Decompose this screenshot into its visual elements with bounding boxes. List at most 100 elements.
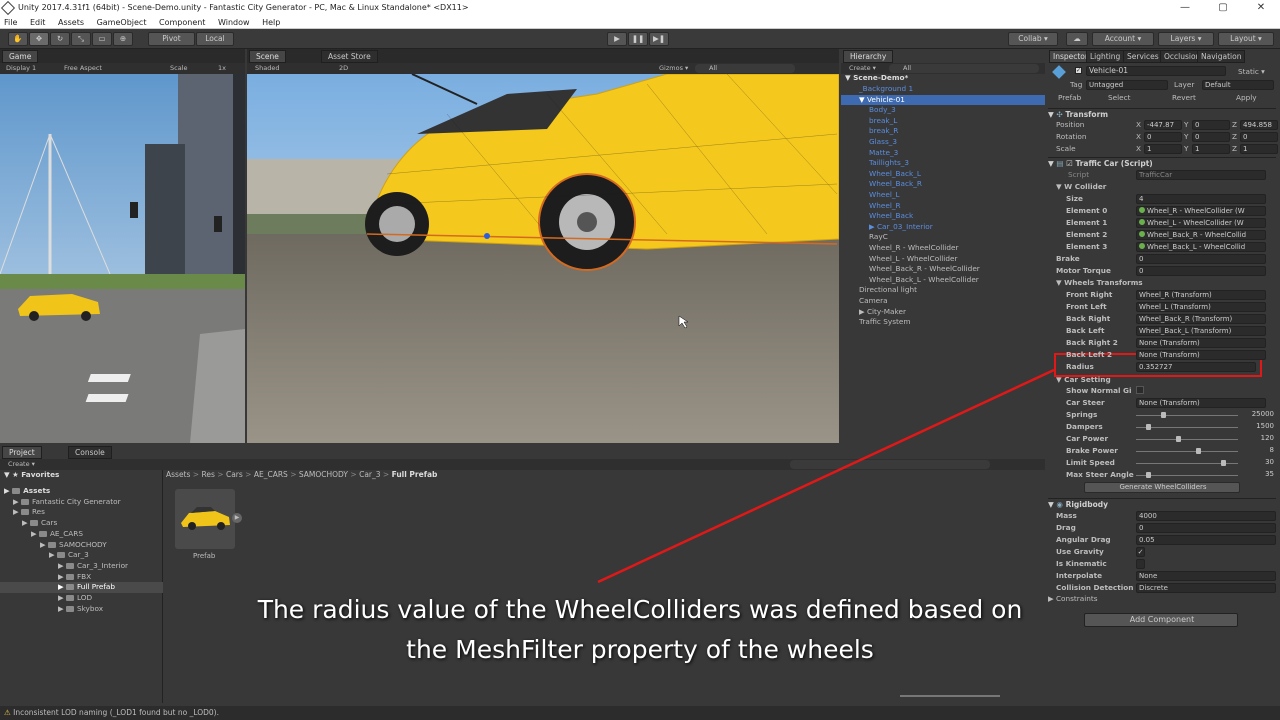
- expand-arrow-icon[interactable]: ▶: [58, 582, 66, 591]
- slider-2-handle[interactable]: [1176, 436, 1181, 442]
- slider-5-handle[interactable]: [1146, 472, 1151, 478]
- project-tree-item[interactable]: ▶ LOD: [0, 593, 163, 604]
- slider-1-track[interactable]: [1136, 427, 1238, 428]
- tag-dropdown[interactable]: Untagged: [1086, 80, 1168, 90]
- rigidbody-header[interactable]: ▼ ◉ Rigidbody: [1048, 498, 1276, 510]
- wheel-1-field[interactable]: Wheel_L (Transform): [1136, 302, 1266, 312]
- display-dropdown[interactable]: Display 1: [6, 63, 36, 74]
- hierarchy-item[interactable]: Wheel_Back_L - WheelCollider: [841, 275, 1045, 286]
- static-toggle[interactable]: Static ▾: [1238, 66, 1265, 77]
- move-tool-icon[interactable]: ✥: [29, 32, 49, 46]
- prefab-asset-thumb[interactable]: [175, 489, 235, 549]
- tab-services[interactable]: Services: [1123, 50, 1163, 63]
- project-tree-item[interactable]: ▶ SAMOCHODY: [0, 540, 163, 551]
- tab-hierarchy[interactable]: Hierarchy: [843, 50, 894, 63]
- hierarchy-item[interactable]: Body_3: [841, 105, 1045, 116]
- w-collider-foldout[interactable]: ▼ W Collider: [1056, 181, 1106, 192]
- hierarchy-item[interactable]: ▼ Vehicle-01: [841, 94, 1045, 106]
- expand-arrow-icon[interactable]: ▶: [13, 507, 21, 516]
- project-tree-item[interactable]: ▶ AE_CARS: [0, 529, 163, 540]
- wheel-3-field[interactable]: Wheel_Back_L (Transform): [1136, 326, 1266, 336]
- project-tree-item[interactable]: ▶ Full Prefab: [0, 582, 163, 593]
- expand-arrow-icon[interactable]: ▶: [13, 497, 21, 506]
- generate-wheelcolliders-button[interactable]: Generate WheelColliders: [1084, 482, 1240, 493]
- maximize-button[interactable]: ▢: [1204, 0, 1242, 16]
- hierarchy-item[interactable]: Wheel_Back_R: [841, 179, 1045, 190]
- transform-position-x-field[interactable]: -447.87: [1144, 120, 1182, 130]
- hierarchy-item[interactable]: Wheel_L - WheelCollider: [841, 254, 1045, 265]
- prefab-revert-button[interactable]: Revert: [1172, 92, 1196, 103]
- hierarchy-item[interactable]: Wheel_R: [841, 201, 1045, 212]
- favorites-foldout[interactable]: ▼ ★ Favorites: [4, 470, 59, 481]
- slider-2-value[interactable]: 120: [1242, 434, 1274, 444]
- local-toggle[interactable]: Local: [196, 32, 234, 46]
- hierarchy-item[interactable]: Wheel_R - WheelCollider: [841, 243, 1045, 254]
- breadcrumb-item[interactable]: Res: [201, 470, 214, 479]
- rigidbody-1-field[interactable]: 0: [1136, 523, 1276, 533]
- element-2-field[interactable]: Wheel_Back_R - WheelCollid: [1136, 230, 1266, 240]
- prefab-select-button[interactable]: Select: [1108, 92, 1131, 103]
- hierarchy-item[interactable]: Wheel_Back_R - WheelCollider: [841, 264, 1045, 275]
- scene-viewport[interactable]: [247, 74, 839, 443]
- prefab-apply-button[interactable]: Apply: [1236, 92, 1257, 103]
- menu-file[interactable]: File: [4, 18, 17, 27]
- project-tree-item[interactable]: ▶ FBX: [0, 572, 163, 583]
- object-name-field[interactable]: Vehicle-01: [1086, 66, 1226, 76]
- slider-5-value[interactable]: 35: [1242, 470, 1274, 480]
- expand-arrow-icon[interactable]: ▶: [58, 572, 66, 581]
- rigidbody-6-field[interactable]: Discrete: [1136, 583, 1276, 593]
- breadcrumb-item[interactable]: Full Prefab: [392, 470, 438, 479]
- slider-3-track[interactable]: [1136, 451, 1238, 452]
- expand-arrow-icon[interactable]: ▶: [58, 604, 66, 613]
- hierarchy-item[interactable]: Directional light: [841, 285, 1045, 296]
- rigidbody-5-field[interactable]: None: [1136, 571, 1276, 581]
- slider-0-track[interactable]: [1136, 415, 1238, 416]
- size-field[interactable]: 4: [1136, 194, 1266, 204]
- play-button[interactable]: ▶: [607, 32, 627, 46]
- hierarchy-item[interactable]: Wheel_Back_L: [841, 169, 1045, 180]
- project-tree-item[interactable]: ▶ Skybox: [0, 604, 163, 615]
- breadcrumb-item[interactable]: SAMOCHODY: [299, 470, 348, 479]
- hierarchy-item[interactable]: Traffic System: [841, 317, 1045, 328]
- slider-3-handle[interactable]: [1196, 448, 1201, 454]
- wheel-0-field[interactable]: Wheel_R (Transform): [1136, 290, 1266, 300]
- 2d-toggle[interactable]: 2D: [339, 63, 348, 74]
- element-0-field[interactable]: Wheel_R - WheelCollider (W: [1136, 206, 1266, 216]
- transform-tool-icon[interactable]: ⊕: [113, 32, 133, 46]
- tab-console[interactable]: Console: [68, 446, 112, 459]
- active-checkbox[interactable]: ✓: [1075, 67, 1082, 74]
- constraints-foldout[interactable]: ▶ Constraints: [1048, 593, 1098, 604]
- element-1-field[interactable]: Wheel_L - WheelCollider (W: [1136, 218, 1266, 228]
- rotate-tool-icon[interactable]: ↻: [50, 32, 70, 46]
- game-viewport[interactable]: [0, 74, 245, 443]
- wheel-4-field[interactable]: None (Transform): [1136, 338, 1266, 348]
- layout-dropdown[interactable]: Layout ▾: [1218, 32, 1274, 46]
- pivot-toggle[interactable]: Pivot: [148, 32, 195, 46]
- element-3-field[interactable]: Wheel_Back_L - WheelCollid: [1136, 242, 1266, 252]
- expand-arrow-icon[interactable]: ▶: [22, 518, 30, 527]
- add-component-button[interactable]: Add Component: [1084, 613, 1238, 627]
- scale-tool-icon[interactable]: ⤡: [71, 32, 91, 46]
- rigidbody-0-field[interactable]: 4000: [1136, 511, 1276, 521]
- hierarchy-search-input[interactable]: All: [889, 64, 1039, 73]
- expand-arrow-icon[interactable]: ▶: [49, 550, 57, 559]
- thumb-size-slider[interactable]: [900, 695, 1000, 697]
- project-tree-item[interactable]: ▶ Car_3_Interior: [0, 561, 163, 572]
- project-search-input[interactable]: [790, 460, 990, 469]
- hierarchy-item[interactable]: RayC: [841, 232, 1045, 243]
- expand-arrow-icon[interactable]: ▶: [4, 486, 12, 495]
- menu-component[interactable]: Component: [159, 18, 205, 27]
- hierarchy-item[interactable]: Camera: [841, 296, 1045, 307]
- wheels-transforms-foldout[interactable]: ▼ Wheels Transforms: [1056, 277, 1143, 288]
- scene-root[interactable]: ▼ Scene-Demo*: [845, 73, 908, 84]
- project-tree-item[interactable]: ▶ Res: [0, 507, 163, 518]
- collab-button[interactable]: Collab ▾: [1008, 32, 1058, 46]
- menu-gameobject[interactable]: GameObject: [97, 18, 147, 27]
- pause-button[interactable]: ❚❚: [628, 32, 648, 46]
- hierarchy-item[interactable]: Matte_3: [841, 148, 1045, 159]
- slider-2-track[interactable]: [1136, 439, 1238, 440]
- aspect-dropdown[interactable]: Free Aspect: [64, 63, 102, 74]
- gizmos-dropdown[interactable]: Gizmos ▾: [659, 63, 688, 74]
- slider-4-value[interactable]: 30: [1242, 458, 1274, 468]
- tab-scene[interactable]: Scene: [249, 50, 286, 63]
